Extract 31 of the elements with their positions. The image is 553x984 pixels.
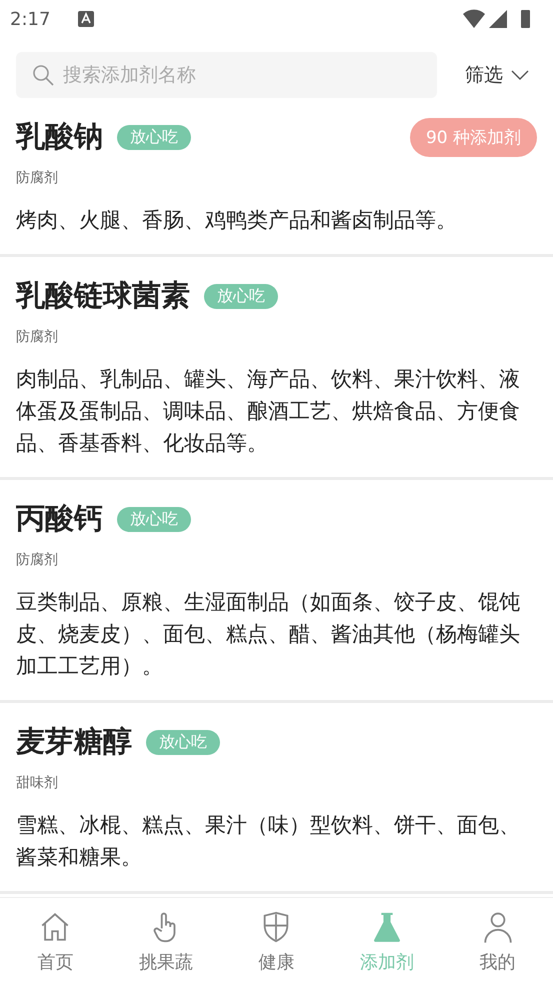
additive-name: 乳酸钠 xyxy=(16,118,103,155)
tab-bar-item[interactable]: 我的 xyxy=(442,898,553,984)
additive-name: 乳酸链球菌素 xyxy=(16,277,190,314)
additive-category: 防腐剂 xyxy=(16,169,59,187)
filter-dropdown[interactable]: 筛选 xyxy=(465,62,537,88)
additive-category: 甜味剂 xyxy=(16,774,59,792)
search-field[interactable]: 搜索添加剂名称 xyxy=(16,52,437,98)
additive-category: 防腐剂 xyxy=(16,328,59,346)
search-icon xyxy=(31,63,55,87)
usage-description: 雪糕、冰棍、糕点、果汁（味）型饮料、饼干、面包、酱菜和糖果。 xyxy=(16,812,521,871)
additive-card[interactable]: 乳酸链球菌素 放心吃 防腐剂 肉制品、乳制品、罐头、海产品、饮料、果汁饮料、液体蛋及蛋制品、调味品、酿酒工艺、烘焙食品、方便食品、香基香料、化妆品等。 xyxy=(0,257,553,480)
tab-bar-item[interactable]: 健康 xyxy=(221,898,332,984)
keyboard-notification-icon xyxy=(78,11,94,27)
tab-bar-item[interactable]: 首页 xyxy=(0,898,111,984)
usage-description: 烤肉、火腿、香肠、鸡鸭类产品和酱卤制品等。 xyxy=(16,207,458,234)
chevron-down-icon xyxy=(511,69,529,81)
usage-description: 豆类制品、原粮、生湿面制品（如面条、饺子皮、馄饨皮、烧麦皮）、面包、糕点、醋、酱油其他（杨梅罐头加工工艺用）。 xyxy=(16,589,521,680)
safety-tag: 放心吃 xyxy=(117,124,191,150)
safety-tag: 放心吃 xyxy=(204,284,278,308)
additive-name: 麦芽糖醇 xyxy=(16,723,132,760)
safety-tag: 放心吃 xyxy=(146,730,220,754)
status-time: 2:17 xyxy=(10,8,50,30)
safety-tag: 放心吃 xyxy=(117,506,191,532)
additive-card[interactable]: 丙酸钙 放心吃 防腐剂 豆类制品、原粮、生湿面制品（如面条、饺子皮、馄饨皮、烧麦皮）、面包、糕点、醋、酱油其他（杨梅罐头加工工艺用）。 xyxy=(0,480,553,703)
tab-bar-item[interactable]: 挑果蔬 xyxy=(110,898,222,984)
additive-category: 防腐剂 xyxy=(16,551,59,569)
additive-card[interactable]: 乳酸钠 放心吃 90 种添加剂 防腐剂 烤肉、火腿、香肠、鸡鸭类产品和酱卤制品等。 xyxy=(0,98,553,257)
additive-count-badge: 90 种添加剂 xyxy=(410,118,537,156)
additive-name: 丙酸钙 xyxy=(16,500,103,537)
additive-card[interactable]: 麦芽糖醇 放心吃 甜味剂 雪糕、冰棍、糕点、果汁（味）型饮料、饼干、面包、酱菜和糖果。 xyxy=(0,703,553,894)
usage-description: 肉制品、乳制品、罐头、海产品、饮料、果汁饮料、液体蛋及蛋制品、调味品、酿酒工艺、烘焙食品、方便食品、香基香料、化妆品等。 xyxy=(16,366,521,457)
